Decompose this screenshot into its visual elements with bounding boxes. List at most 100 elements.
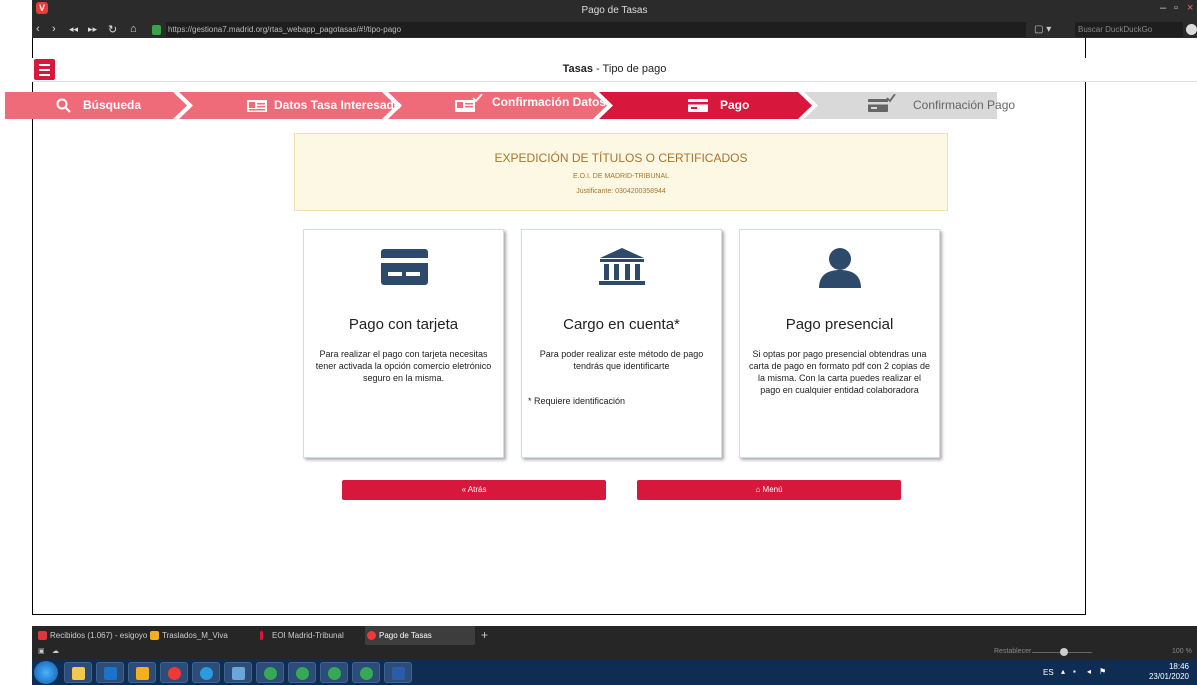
forward-icon[interactable]: › [52, 23, 56, 35]
clock-time: 18:46 [1168, 662, 1189, 671]
option-title: Pago presencial [785, 316, 894, 333]
browser-tab-bar: Recibidos (1.067) - esigoyo Traslados_M_… [32, 626, 1197, 645]
window-title: Pago de Tasas [581, 5, 648, 16]
option-description: Para realizar el pago con tarjeta necesi… [315, 349, 492, 383]
files-icon[interactable] [224, 662, 252, 683]
network-icon[interactable]: ▪ [1073, 667, 1076, 676]
vivaldi-taskbar-icon[interactable] [160, 662, 188, 683]
credit-card-check-icon [868, 94, 896, 112]
eoi-icon [260, 631, 263, 640]
id-card-icon [247, 100, 267, 112]
step-confirmacion-pago[interactable]: Confirmación Pago [868, 92, 1038, 119]
tab-traslados[interactable]: Traslados_M_Viva [148, 626, 258, 645]
tab-label: Pago de Tasas [379, 631, 432, 640]
address-bar: ‹ › ◂◂ ▸▸ ↻ ⌂ https://gestiona7.madrid.o… [32, 22, 1197, 38]
page-title-bold: Tasas [562, 63, 593, 75]
file-explorer-icon[interactable] [64, 662, 92, 683]
option-title: Cargo en cuenta* [563, 316, 680, 333]
option-description: Para poder realizar este método de pago … [539, 349, 704, 371]
option-description: Si optas por pago presencial obtendras u… [748, 349, 931, 395]
option-cargo-cuenta[interactable]: Cargo en cuenta* Para poder realizar est… [521, 229, 722, 458]
status-bar: ▣ ☁ Restablecer 100 % [32, 645, 1197, 660]
clock-date: 23/01/2020 [1148, 672, 1189, 681]
tray-arrow-icon[interactable]: ▴ [1061, 667, 1065, 676]
word-icon[interactable] [384, 662, 412, 683]
zoom-slider-knob[interactable] [1060, 648, 1068, 656]
app-header: Tasas - Tipo de pago [32, 58, 1197, 82]
tab-label: Recibidos (1.067) - esigoyo [50, 631, 148, 640]
step-confirmacion-datos[interactable]: Confirmación Datos [453, 92, 653, 119]
option-pago-tarjeta[interactable]: Pago con tarjeta Para realizar el pago c… [303, 229, 504, 458]
url-field[interactable]: https://gestiona7.madrid.org/rtas_webapp… [166, 22, 1026, 37]
zoom-level: 100 % [1172, 648, 1192, 655]
user-icon [819, 248, 861, 288]
fast-forward-icon[interactable]: ▸▸ [88, 24, 97, 35]
search-input[interactable]: Buscar DuckDuckGo [1075, 22, 1183, 37]
mail-icon [38, 631, 47, 640]
option-note: * Requiere identificación [528, 396, 626, 406]
reload-icon[interactable]: ↻ [108, 23, 117, 36]
maximize-icon[interactable]: ▫ [1174, 2, 1178, 14]
fee-title: EXPEDICIÓN DE TÍTULOS O CERTIFICADOS [494, 151, 748, 165]
windows-taskbar: ES ▴ ▪ ◂ ⚑ 18:46 23/01/2020 [32, 660, 1197, 685]
windows-start-icon[interactable] [34, 661, 58, 684]
search-icon [56, 98, 71, 113]
system-tray: ES ▴ ▪ ◂ ⚑ 18:46 23/01/2020 [1033, 660, 1193, 685]
sticky-notes-icon[interactable] [128, 662, 156, 683]
option-title: Pago con tarjeta [348, 316, 459, 333]
id-card-check-icon [455, 94, 483, 112]
option-pago-presencial[interactable]: Pago presencial Si optas por pago presen… [739, 229, 940, 458]
back-button[interactable]: « Atrás [342, 480, 606, 500]
fee-info-panel: EXPEDICIÓN DE TÍTULOS O CERTIFICADOS E.O… [294, 133, 948, 211]
step-label: Búsqueda [83, 98, 142, 112]
bank-icon [599, 248, 645, 285]
cloud-icon[interactable]: ☁ [52, 647, 59, 655]
chrome-profile-icon[interactable] [288, 662, 316, 683]
menu-button-label: Menú [762, 485, 783, 494]
reset-zoom[interactable]: Restablecer [994, 648, 1031, 655]
rewind-icon[interactable]: ◂◂ [69, 24, 78, 35]
chrome-profile-icon[interactable] [352, 662, 380, 683]
minimize-icon[interactable]: – [1160, 2, 1166, 14]
tab-label: EOI Madrid-Tribunal [272, 631, 344, 640]
page-title: Tasas - Tipo de pago [32, 63, 1197, 75]
tab-pago-tasas[interactable]: Pago de Tasas [365, 626, 475, 645]
panel-toggle-icon[interactable]: ▣ [38, 647, 45, 655]
step-label: Pago [720, 98, 750, 112]
credit-card-icon [381, 249, 428, 285]
tab-recibidos[interactable]: Recibidos (1.067) - esigoyo [36, 626, 148, 645]
home-icon: ⌂ [755, 485, 761, 494]
tab-eoi-madrid[interactable]: EOI Madrid-Tribunal [258, 626, 363, 645]
language-indicator[interactable]: ES [1043, 668, 1054, 677]
chevrons-left-icon: « [461, 485, 466, 494]
step-label: Confirmación Pago [913, 98, 1016, 112]
step-datos-tasa[interactable]: Datos Tasa Interesado [245, 92, 435, 119]
sheet-icon [150, 631, 159, 640]
back-button-label: Atrás [467, 485, 487, 494]
page-title-rest: - Tipo de pago [592, 63, 667, 75]
chrome-profile-icon[interactable] [320, 662, 348, 683]
fee-justificante: Justificante: 0304200358944 [576, 188, 666, 195]
credit-card-icon [688, 99, 708, 112]
profile-icon[interactable] [1186, 24, 1197, 35]
step-pago[interactable]: Pago [688, 92, 838, 119]
chrome-profile-icon[interactable] [256, 662, 284, 683]
back-icon[interactable]: ‹ [36, 23, 40, 35]
step-label: Datos Tasa Interesado [274, 98, 402, 112]
flag-icon[interactable]: ⚑ [1099, 667, 1106, 676]
title-bar: V Pago de Tasas – ▫ × [32, 0, 1197, 22]
home-icon[interactable]: ⌂ [130, 23, 137, 35]
tab-label: Traslados_M_Viva [162, 631, 228, 640]
close-icon[interactable]: × [1187, 2, 1193, 14]
fee-subtitle: E.O.I. DE MADRID-TRIBUNAL [572, 173, 670, 180]
step-label: Confirmación Datos [492, 95, 607, 109]
menu-button[interactable]: ⌂ Menú [637, 480, 901, 500]
chrome-icon[interactable] [192, 662, 220, 683]
volume-icon[interactable]: ◂ [1087, 667, 1091, 676]
step-busqueda[interactable]: Búsqueda [42, 92, 212, 119]
new-tab-icon[interactable]: + [479, 626, 493, 645]
outlook-icon[interactable] [96, 662, 124, 683]
bookmark-icon[interactable]: ▢ ▾ [1034, 24, 1051, 35]
clock[interactable]: 18:46 23/01/2020 [1149, 662, 1189, 682]
lock-icon [152, 25, 161, 35]
